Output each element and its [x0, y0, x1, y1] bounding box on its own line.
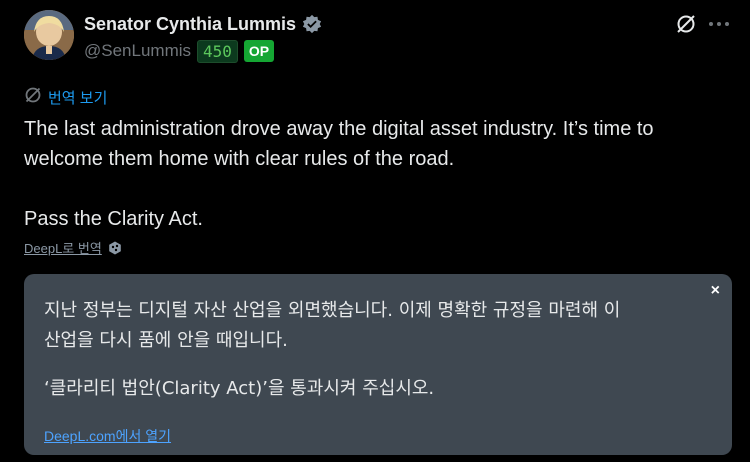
tweet-line: The last administration drove away the d… [24, 118, 654, 140]
translate-row[interactable]: 번역 보기 [24, 86, 107, 109]
close-icon[interactable]: × [711, 282, 720, 300]
avatar[interactable] [24, 10, 74, 60]
deepl-translate-link[interactable]: DeepL로 번역 [24, 238, 102, 257]
author-name[interactable]: Senator Cynthia Lummis [84, 14, 296, 35]
score-badge: 450 [197, 39, 238, 63]
translate-link[interactable]: 번역 보기 [48, 87, 107, 108]
deepl-icon [108, 241, 122, 255]
translation-line: 지난 정부는 디지털 자산 산업을 외면했습니다. 이제 명확한 규정을 마련해… [44, 300, 621, 321]
tweet-line: Pass the Clarity Act. [24, 208, 203, 230]
deepl-row[interactable]: DeepL로 번역 [24, 238, 122, 257]
grok-icon[interactable] [675, 13, 697, 35]
open-in-deepl-link[interactable]: DeepL.com에서 열기 [44, 426, 171, 446]
handle-row: @SenLummis 450 OP [84, 38, 322, 64]
tweet-header: Senator Cynthia Lummis @SenLummis 450 OP [84, 12, 322, 64]
translation-text: 지난 정부는 디지털 자산 산업을 외면했습니다. 이제 명확한 규정을 마련해… [44, 296, 709, 404]
translation-line: 산업을 다시 품에 안을 때입니다. [44, 330, 288, 351]
name-row: Senator Cynthia Lummis [84, 12, 322, 36]
translation-box: × 지난 정부는 디지털 자산 산업을 외면했습니다. 이제 명확한 규정을 마… [24, 274, 732, 455]
more-icon[interactable] [708, 13, 730, 35]
op-badge: OP [243, 40, 275, 62]
translation-line: ‘클라리티 법안(Clarity Act)’을 통과시켜 주십시오. [44, 378, 435, 399]
translate-icon [24, 86, 42, 109]
verified-badge-icon[interactable] [302, 14, 322, 34]
tweet-line: welcome them home with clear rules of th… [24, 148, 455, 170]
tweet-text: The last administration drove away the d… [24, 114, 734, 234]
author-handle[interactable]: @SenLummis [84, 41, 191, 61]
